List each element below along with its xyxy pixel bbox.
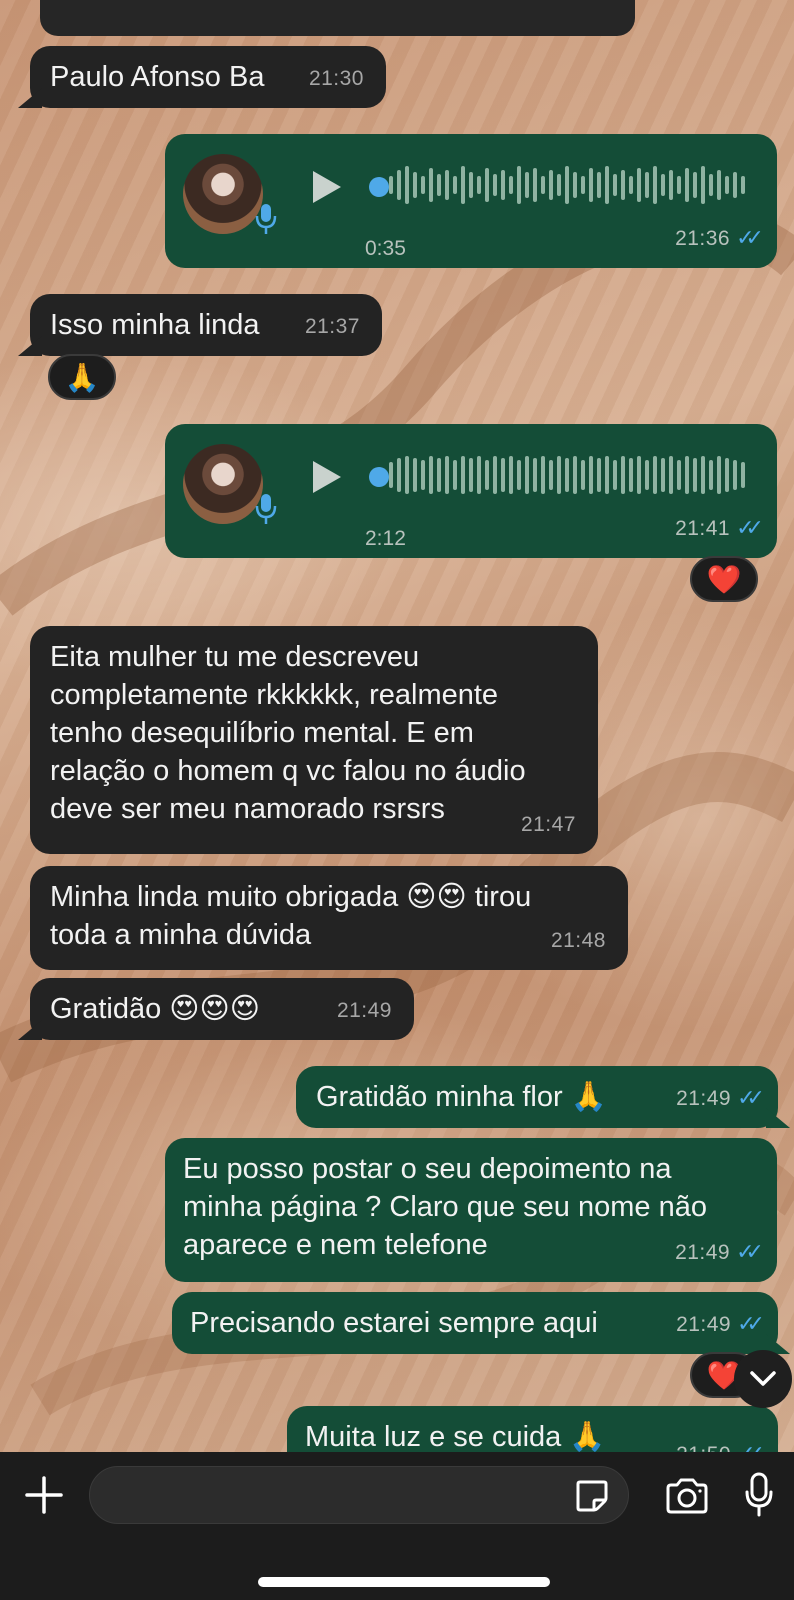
message-line: relação o homem q vc falou no áudio [50,755,526,787]
previous-message-bubble [40,0,635,36]
message-time: 21:49 [336,999,392,1022]
message-time-value: 21:41 [675,517,731,540]
message-time: 21:30 [308,67,364,90]
message-text: Eu posso postar o seu depoimento na minh… [183,1150,707,1264]
message-text: Minha linda muito obrigada 😍😍 tirou toda… [50,878,531,954]
message-time-value: 21:36 [675,227,731,250]
scroll-to-bottom-button[interactable] [734,1350,792,1408]
message-line: tenho desequilíbrio mental. E em [50,717,474,749]
message-text: Precisando estarei sempre aqui [190,1307,598,1339]
chevron-down-icon [750,1371,776,1386]
voice-duration: 2:12 [365,527,406,550]
message-time-value: 21:49 [676,1313,732,1336]
message-text: Paulo Afonso Ba [50,61,265,93]
message-reaction[interactable]: 🙏 [48,354,116,400]
play-icon[interactable] [313,171,341,203]
message-text: Isso minha linda [50,309,260,341]
microphone-icon [255,204,277,234]
message-input[interactable] [89,1466,629,1524]
message-text: Gratidão minha flor 🙏 [316,1081,607,1113]
message-time: 21:49 ✓✓ [675,1233,764,1272]
incoming-message[interactable]: Isso minha linda 21:37 [30,294,382,356]
voice-sender-avatar [183,154,263,234]
incoming-message[interactable]: Eita mulher tu me descreveu completament… [30,626,598,854]
message-time-value: 21:49 [676,1087,732,1110]
read-ticks-icon: ✓✓ [737,1085,765,1110]
audio-waveform[interactable] [387,452,757,498]
incoming-message[interactable]: Paulo Afonso Ba 21:30 [30,46,386,108]
incoming-message[interactable]: Minha linda muito obrigada 😍😍 tirou toda… [30,866,628,970]
playback-scrubber[interactable] [369,177,389,197]
voice-duration: 0:35 [365,237,406,260]
outgoing-voice-message[interactable]: 0:35 21:36 ✓✓ [165,134,777,268]
message-time: 21:37 [304,315,360,338]
message-text: Muita luz e se cuida 🙏 [305,1421,606,1453]
message-line: Eu posso postar o seu depoimento na [183,1153,672,1185]
message-line: completamente rkkkkkk, realmente [50,679,499,711]
message-line: Eita mulher tu me descreveu [50,641,420,673]
reaction-emoji: 🙏 [64,361,100,393]
playback-scrubber[interactable] [369,467,389,487]
voice-sender-avatar [183,444,263,524]
outgoing-message[interactable]: Precisando estarei sempre aqui 21:49 ✓✓ [172,1292,778,1354]
read-ticks-icon: ✓✓ [737,1311,765,1336]
audio-waveform[interactable] [387,162,757,208]
message-time: 21:48 [550,929,606,952]
read-ticks-icon: ✓✓ [736,1239,764,1264]
message-line: deve ser meu namorado rsrsrs [50,793,445,825]
incoming-message[interactable]: Gratidão 😍😍😍 21:49 [30,978,414,1040]
message-text: Eita mulher tu me descreveu completament… [50,638,526,828]
message-line: minha página ? Claro que seu nome não [183,1191,707,1223]
reaction-emoji: ❤️ [706,563,742,595]
camera-icon[interactable] [664,1476,710,1516]
message-time: 21:47 [520,813,576,836]
message-line: aparece e nem telefone [183,1229,488,1261]
message-time: 21:49 ✓✓ [676,1305,765,1344]
outgoing-message[interactable]: Eu posso postar o seu depoimento na minh… [165,1138,777,1282]
sticker-icon[interactable] [574,1478,610,1514]
message-time: 21:36 ✓✓ [675,219,764,258]
message-line: toda a minha dúvida [50,919,312,951]
microphone-icon[interactable] [744,1472,774,1518]
plus-icon[interactable] [24,1475,64,1515]
outgoing-voice-message[interactable]: 2:12 21:41 ✓✓ [165,424,777,558]
read-ticks-icon: ✓✓ [736,515,764,540]
message-time: 21:41 ✓✓ [675,509,764,548]
message-text: Gratidão 😍😍😍 [50,993,260,1025]
read-ticks-icon: ✓✓ [736,225,764,250]
microphone-icon [255,494,277,524]
play-icon[interactable] [313,461,341,493]
home-indicator[interactable] [258,1577,550,1587]
outgoing-message[interactable]: Gratidão minha flor 🙏 21:49 ✓✓ [296,1066,778,1128]
message-time: 21:49 ✓✓ [676,1079,765,1118]
message-line: Minha linda muito obrigada 😍😍 tirou [50,881,532,913]
message-reaction[interactable]: ❤️ [690,556,758,602]
message-time-value: 21:49 [675,1241,731,1264]
